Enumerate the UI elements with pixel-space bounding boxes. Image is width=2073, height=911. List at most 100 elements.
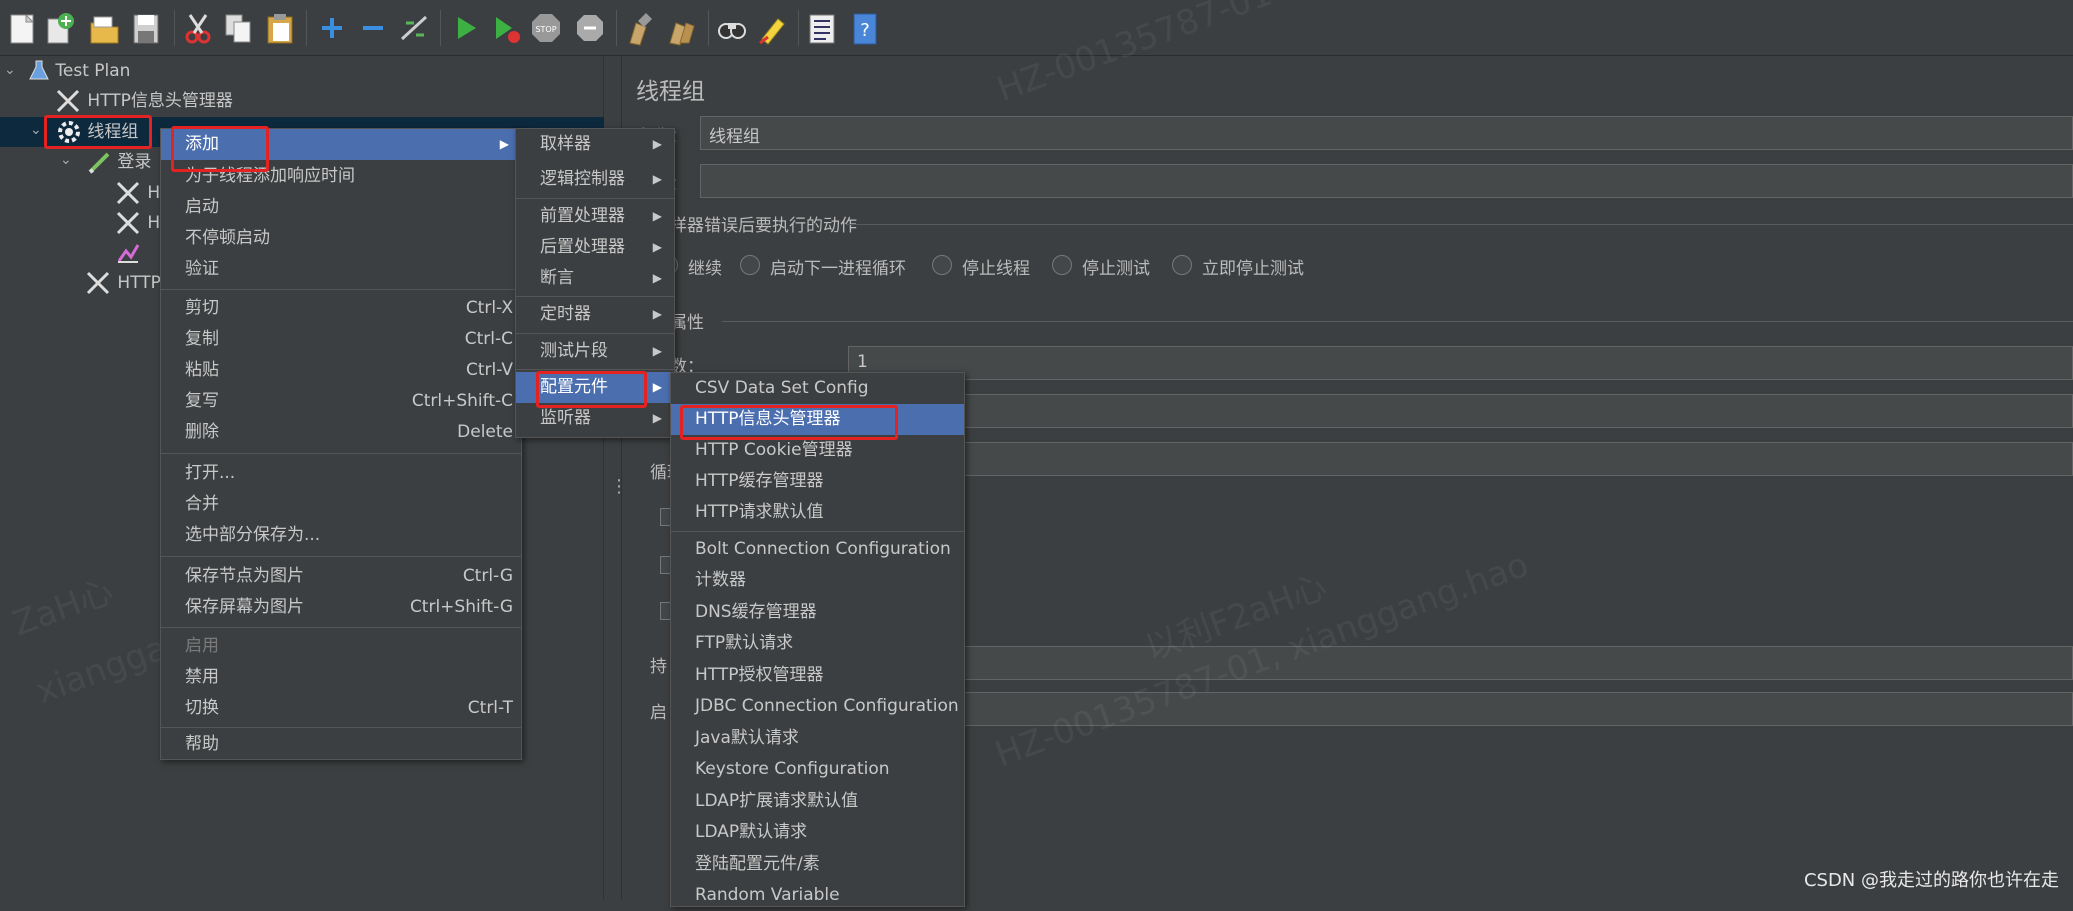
submenu-item-post-processor[interactable]: 后置处理器▶: [516, 232, 674, 263]
menu-item-disable[interactable]: 禁用: [161, 662, 521, 693]
submenu-item-counter[interactable]: 计数器: [671, 565, 964, 596]
cut-icon[interactable]: [182, 9, 214, 47]
menu-item-delete[interactable]: 删除Delete: [161, 417, 521, 448]
submenu-item-http-request-defaults[interactable]: HTTP请求默认值: [671, 497, 964, 528]
collapse-icon[interactable]: [357, 9, 389, 47]
submenu-item-random-variable[interactable]: Random Variable: [671, 880, 964, 911]
menu-item-cut[interactable]: 剪切 Ctrl-X: [161, 293, 521, 324]
menu-item-shortcut: Ctrl-X: [466, 293, 513, 324]
tree-node-header-1[interactable]: H: [116, 178, 160, 208]
submenu-item-pre-processor[interactable]: 前置处理器▶: [516, 201, 674, 232]
submenu-item-ftp-request-defaults[interactable]: FTP默认请求: [671, 628, 964, 659]
submenu-item-assertion[interactable]: 断言▶: [516, 263, 674, 294]
menu-item-enable: 启用: [161, 631, 521, 662]
menu-item-save-node-image[interactable]: 保存节点为图片Ctrl-G: [161, 561, 521, 592]
menu-item-label: 取样器: [540, 134, 591, 154]
menu-item-save-selection[interactable]: 选中部分保存为...: [161, 520, 521, 551]
menu-item-help[interactable]: 帮助: [161, 729, 521, 760]
menu-item-paste[interactable]: 粘贴Ctrl-V: [161, 355, 521, 386]
reset-search-icon[interactable]: [756, 9, 788, 47]
submenu-item-http-cache-manager[interactable]: HTTP缓存管理器: [671, 466, 964, 497]
menu-item-toggle[interactable]: 切换Ctrl-T: [161, 693, 521, 724]
tree-node-label: 登录: [117, 152, 151, 172]
menu-item-duplicate[interactable]: 复写Ctrl+Shift-C: [161, 386, 521, 417]
toggle-icon[interactable]: [398, 9, 430, 47]
tree-node-listener[interactable]: [116, 238, 142, 268]
templates-icon[interactable]: [44, 9, 76, 47]
submenu-item-logic-controller[interactable]: 逻辑控制器▶: [516, 164, 674, 195]
menu-item-label: 复制: [185, 329, 219, 349]
menu-item-start-no-pause[interactable]: 不停顿启动: [161, 223, 521, 254]
copy-icon[interactable]: [222, 9, 254, 47]
search-icon[interactable]: [716, 9, 748, 47]
name-field[interactable]: 线程组: [700, 116, 2073, 150]
threads-field[interactable]: 1: [848, 346, 2073, 380]
context-menu: 添加▶ 为子线程添加响应时间 启动 不停顿启动 验证 剪切Ctrl-X 复制Ct…: [160, 128, 522, 760]
submenu-item-dns-cache-manager[interactable]: DNS缓存管理器: [671, 597, 964, 628]
duration-label: 持: [650, 652, 667, 677]
start-no-pause-icon[interactable]: [490, 9, 522, 47]
shutdown-icon[interactable]: [574, 9, 606, 47]
submenu-item-http-auth-manager[interactable]: HTTP授权管理器: [671, 660, 964, 691]
submenu-item-java-request-defaults[interactable]: Java默认请求: [671, 723, 964, 754]
menu-item-copy[interactable]: 复制Ctrl-C: [161, 324, 521, 355]
chevron-right-icon: ▶: [653, 232, 662, 263]
tree-node-header-2[interactable]: H: [116, 208, 160, 238]
help-icon[interactable]: ?: [850, 9, 882, 47]
menu-separator: [671, 531, 964, 532]
loop-field[interactable]: [848, 442, 2073, 476]
radio-label: 继续: [688, 254, 722, 279]
start-icon[interactable]: [450, 9, 482, 47]
radio-stop-test[interactable]: [1052, 255, 1072, 275]
menu-separator: [516, 296, 674, 297]
clear-icon[interactable]: [624, 9, 656, 47]
tree-node-login[interactable]: 登录: [86, 147, 151, 177]
submenu-item-jdbc-connection[interactable]: JDBC Connection Configuration: [671, 691, 964, 722]
menu-item-merge[interactable]: 合并: [161, 489, 521, 520]
submenu-item-ldap-request-defaults[interactable]: LDAP默认请求: [671, 817, 964, 848]
stop-icon[interactable]: STOP: [530, 9, 562, 47]
svg-text:?: ?: [860, 20, 870, 41]
tree-node-http-header-manager[interactable]: HTTP信息头管理器: [56, 86, 233, 116]
tree-node-label: H: [147, 183, 160, 203]
config-element-submenu: CSV Data Set Config HTTP信息头管理器 HTTP Cook…: [670, 372, 965, 907]
tree-node-test-plan[interactable]: Test Plan: [28, 56, 130, 86]
chevron-down-icon[interactable]: ⌄: [30, 122, 42, 138]
divider: [846, 224, 2073, 225]
menu-item-open[interactable]: 打开...: [161, 458, 521, 489]
submenu-item-ldap-extended-defaults[interactable]: LDAP扩展请求默认值: [671, 786, 964, 817]
submenu-item-test-fragment[interactable]: 测试片段▶: [516, 336, 674, 367]
submenu-item-keystore-config[interactable]: Keystore Configuration: [671, 754, 964, 785]
tree-node-http[interactable]: HTTP: [86, 268, 161, 298]
clear-all-icon[interactable]: [666, 9, 698, 47]
submenu-item-login-config[interactable]: 登陆配置元件/素: [671, 849, 964, 880]
comments-field[interactable]: [700, 164, 2073, 198]
ramp-up-field[interactable]: [848, 394, 2073, 428]
paste-icon[interactable]: [264, 9, 296, 47]
radio-next-loop[interactable]: [740, 255, 760, 275]
menu-item-shortcut: Ctrl-T: [468, 693, 513, 724]
menu-item-start[interactable]: 启动: [161, 192, 521, 223]
radio-stop-thread[interactable]: [932, 255, 952, 275]
new-icon[interactable]: [6, 9, 38, 47]
radio-stop-test-now[interactable]: [1172, 255, 1192, 275]
function-helper-icon[interactable]: [806, 9, 838, 47]
submenu-item-bolt-connection[interactable]: Bolt Connection Configuration: [671, 534, 964, 565]
chevron-down-icon[interactable]: ⌄: [60, 152, 72, 168]
menu-item-label: 定时器: [540, 304, 591, 324]
open-icon[interactable]: [88, 9, 120, 47]
duration-field[interactable]: [848, 646, 2073, 680]
expand-icon[interactable]: [316, 9, 348, 47]
save-icon[interactable]: [130, 9, 162, 47]
startup-delay-field[interactable]: [848, 692, 2073, 726]
menu-item-label: 剪切: [185, 298, 219, 318]
menu-separator: [516, 198, 674, 199]
submenu-item-sampler[interactable]: 取样器▶: [516, 129, 674, 160]
menu-item-validate[interactable]: 验证: [161, 254, 521, 285]
submenu-item-timer[interactable]: 定时器▶: [516, 299, 674, 330]
menu-item-label: Bolt Connection Configuration: [695, 539, 951, 559]
chevron-down-icon[interactable]: ⌄: [4, 62, 16, 78]
submenu-item-csv-data-set[interactable]: CSV Data Set Config: [671, 373, 964, 404]
menu-item-save-screen-image[interactable]: 保存屏幕为图片Ctrl+Shift-G: [161, 592, 521, 623]
chevron-right-icon: ▶: [653, 372, 662, 403]
